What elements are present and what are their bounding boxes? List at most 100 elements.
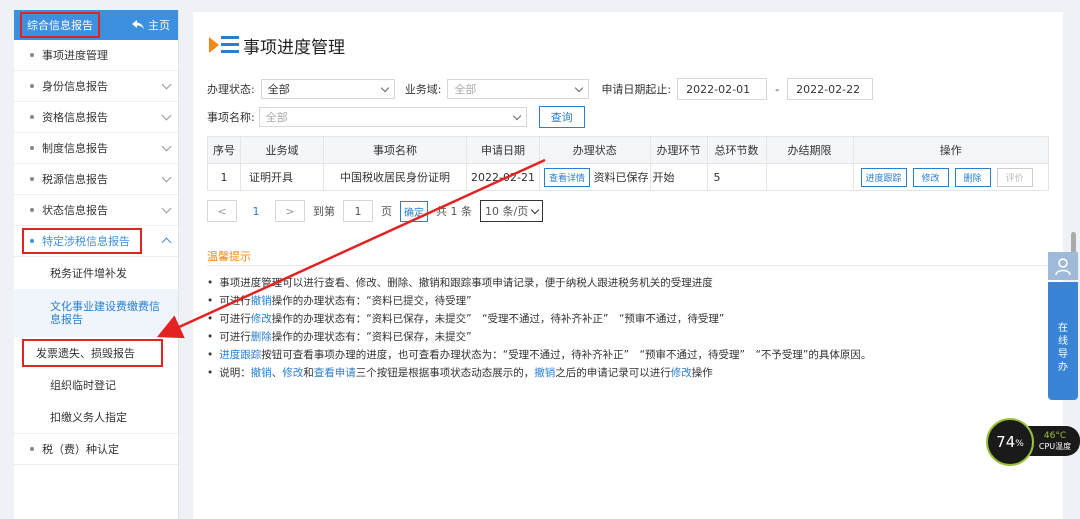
status-label: 办理状态:	[207, 83, 255, 96]
sidebar-item-identity[interactable]: 身份信息报告	[14, 71, 178, 102]
cpu-usage-unit: %	[1015, 439, 1024, 449]
tips-line: • 事项进度管理可以进行查看、修改、删除、撤销和跟踪事项申请记录，便于纳税人跟进税…	[207, 274, 871, 292]
sidebar-item-qualification[interactable]: 资格信息报告	[14, 102, 178, 133]
sidebar-item-label: 制度信息报告	[42, 142, 108, 155]
goto-confirm-button[interactable]: 确定	[400, 200, 428, 222]
home-link[interactable]: 主页	[132, 17, 170, 33]
rate-button[interactable]: 评价	[996, 167, 1033, 187]
sidebar-subitem-invoice-loss[interactable]: 发票遗失、损毁报告	[14, 337, 178, 369]
page-size-select[interactable]: 10 条/页	[480, 200, 544, 222]
status-select[interactable]: 全部	[260, 79, 395, 99]
tips-link[interactable]: 修改	[251, 313, 272, 325]
cell-deadline	[765, 163, 854, 191]
tips-fragment: 和	[303, 367, 314, 379]
column-header: 办理环节	[649, 136, 708, 164]
sidebar-item-label: 资格信息报告	[42, 111, 108, 124]
goto-page-input[interactable]: 1	[343, 200, 373, 222]
bullet-icon	[30, 239, 34, 243]
tips-fragment: 说明：	[219, 367, 251, 379]
tips-link[interactable]: 修改	[282, 367, 303, 379]
edit-button[interactable]: 修改	[912, 167, 949, 187]
page-unit-label: 页	[381, 205, 392, 218]
next-page-button[interactable]: >	[275, 200, 305, 222]
sidebar-item-label: 特定涉税信息报告	[42, 235, 130, 248]
tips-link[interactable]: 进度跟踪	[219, 349, 261, 361]
chevron-down-icon	[512, 111, 521, 120]
tips-fragment: 操作	[691, 367, 713, 379]
tips-text: 进度跟踪按钮可查看事项办理的进度，也可查看办理状态为：“受理不通过，待补齐补正”…	[219, 346, 871, 364]
prev-page-button[interactable]: <	[207, 200, 237, 222]
cell-total: 5	[706, 163, 767, 191]
sidebar-item-label: 状态信息报告	[42, 204, 108, 217]
filter-row-1: 办理状态: 全部 业务域: 全部 申请日期起止: 2022-02-01 - 20…	[207, 78, 874, 100]
sidebar-subitem-culture-fee[interactable]: 文化事业建设费缴费信息报告	[14, 289, 178, 337]
item-name-select[interactable]: 全部	[258, 107, 527, 127]
sidebar: 综合信息报告 主页 事项进度管理 身份信息报告 资格信息报告 制度信息报告 税源…	[14, 10, 179, 519]
column-header: 申请日期	[466, 136, 540, 164]
sidebar-item-label: 税源信息报告	[42, 173, 108, 186]
column-header: 操作	[852, 136, 1050, 164]
bullet-icon	[30, 146, 34, 150]
home-label: 主页	[148, 19, 170, 32]
filter-row-2: 事项名称: 全部 查询	[207, 106, 585, 128]
page-size-value: 10 条/页	[485, 205, 529, 218]
sidebar-item-progress[interactable]: 事项进度管理	[14, 40, 178, 71]
track-progress-button[interactable]: 进度跟踪	[860, 167, 907, 187]
tips-link[interactable]: 查看申请	[314, 367, 356, 379]
page-header: 事项进度管理	[209, 32, 345, 58]
online-guide-panel[interactable]: 在线导办	[1048, 282, 1078, 400]
cpu-usage-value: 74	[996, 433, 1016, 451]
sidebar-item-label: 税（费）种认定	[42, 443, 119, 456]
tips-link[interactable]: 删除	[251, 331, 272, 343]
date-end-input[interactable]: 2022-02-22	[787, 78, 874, 100]
page-title: 事项进度管理	[243, 37, 345, 58]
sidebar-subitem-label: 发票遗失、损毁报告	[22, 339, 163, 367]
delete-button[interactable]: 删除	[954, 167, 991, 187]
cell-stage: 开始	[649, 163, 708, 191]
cell-ops: 进度跟踪 修改 删除 评价	[852, 163, 1050, 191]
query-button[interactable]: 查询	[538, 106, 585, 128]
online-guide-widget[interactable]: 在线导办	[1048, 252, 1078, 400]
column-header: 总环节数	[706, 136, 767, 164]
status-select-value: 全部	[267, 83, 290, 96]
tips-link[interactable]: 撤销	[251, 295, 272, 307]
tips-line: • 可进行撤销操作的办理状态有：“资料已提交，待受理”	[207, 292, 871, 310]
view-detail-button[interactable]: 查看详情	[544, 167, 591, 187]
tips-link[interactable]: 撤销	[534, 367, 555, 379]
user-icon[interactable]	[1048, 252, 1078, 280]
sidebar-item-tax-source[interactable]: 税源信息报告	[14, 164, 178, 195]
item-name-label: 事项名称:	[207, 111, 255, 124]
sidebar-item-label: 身份信息报告	[42, 80, 108, 93]
sidebar-item-system[interactable]: 制度信息报告	[14, 133, 178, 164]
page-logo-icon	[209, 32, 239, 58]
date-separator: -	[775, 82, 780, 96]
tips-link[interactable]: 修改	[671, 367, 692, 379]
date-start-input[interactable]: 2022-02-01	[677, 78, 768, 100]
column-header: 办理状态	[539, 136, 651, 164]
pagination: < 1 > 到第 1 页 确定 共 1 条 10 条/页	[207, 200, 544, 222]
sidebar-item-tax-type[interactable]: 税（费）种认定	[14, 433, 178, 465]
page-number-current[interactable]: 1	[245, 205, 267, 218]
chevron-down-icon	[161, 141, 172, 151]
domain-select[interactable]: 全部	[447, 79, 590, 99]
table-row: 1 证明开具 中国税收居民身份证明 2022-02-21 查看详情 资料已保存 …	[207, 163, 1050, 191]
return-icon	[132, 20, 144, 29]
sidebar-subitem-withholding-agent[interactable]: 扣缴义务人指定	[14, 401, 178, 433]
bullet-icon	[30, 84, 34, 88]
tips-divider	[207, 265, 1049, 266]
tips-line: • 说明：撤销、修改和查看申请三个按钮是根据事项状态动态展示的，撤销之后的申请记录…	[207, 364, 871, 382]
tips-link[interactable]: 撤销	[251, 367, 272, 379]
sidebar-item-status[interactable]: 状态信息报告	[14, 195, 178, 226]
bullet-icon	[30, 177, 34, 181]
tips-fragment: 三个按钮是根据事项状态动态展示的，	[355, 367, 535, 379]
tips-fragment: 可进行	[219, 295, 251, 307]
sidebar-subitem-temp-registration[interactable]: 组织临时登记	[14, 369, 178, 401]
sidebar-subitem-cert-reissue[interactable]: 税务证件增补发	[14, 257, 178, 289]
bullet-icon	[30, 447, 34, 451]
sidebar-header: 综合信息报告 主页	[14, 10, 178, 40]
chevron-down-icon	[530, 205, 540, 214]
sidebar-title[interactable]: 综合信息报告	[20, 12, 100, 38]
bullet-icon	[30, 208, 34, 212]
sidebar-item-specific-tax[interactable]: 特定涉税信息报告	[14, 226, 178, 257]
tips-text: 可进行撤销操作的办理状态有：“资料已提交，待受理”	[219, 292, 471, 310]
